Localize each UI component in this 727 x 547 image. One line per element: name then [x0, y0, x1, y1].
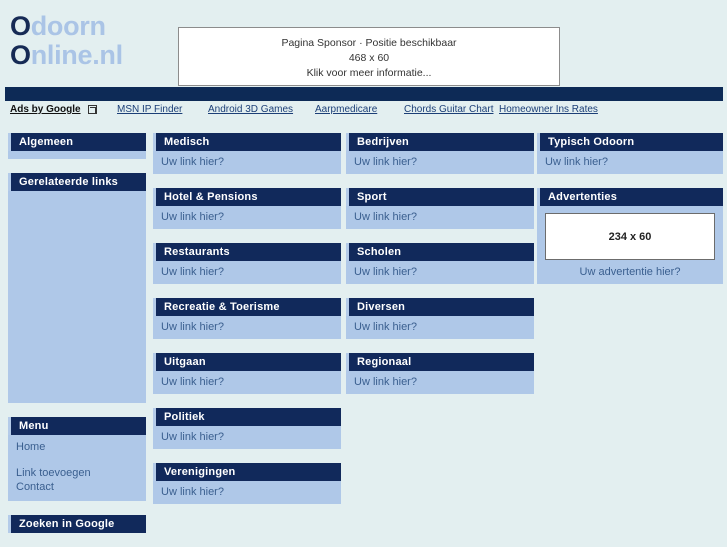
category-header-bedrijven: Bedrijven [346, 133, 534, 151]
logo-capital-o-2: O [10, 40, 31, 70]
advertenties-block: Advertenties 234 x 60 Uw advertentie hie… [537, 188, 723, 284]
advertisement-placeholder[interactable]: 234 x 60 [545, 213, 715, 260]
category-body-bedrijven: Uw link hier? [346, 151, 534, 174]
advertenties-body: 234 x 60 Uw advertentie hier? [537, 206, 723, 284]
add-link-prompt[interactable]: Uw link hier? [161, 485, 333, 499]
category-body-sport: Uw link hier? [346, 206, 534, 229]
category-header-verenigingen: Verenigingen [153, 463, 341, 481]
sidebar-body-algemeen [8, 151, 146, 159]
add-link-prompt[interactable]: Uw link hier? [161, 430, 333, 444]
sponsor-line-1: Pagina Sponsor · Positie beschikbaar [281, 37, 457, 49]
ad-link-3[interactable]: Chords Guitar Chart [404, 104, 493, 115]
category-body-medisch: Uw link hier? [153, 151, 341, 174]
category-body-diversen: Uw link hier? [346, 316, 534, 339]
sidebar-header-gerelateerde-links: Gerelateerde links [8, 173, 146, 191]
sidebar-block-menu: Menu Home Link toevoegen Contact [8, 417, 146, 501]
category-header-scholen: Scholen [346, 243, 534, 261]
add-link-prompt[interactable]: Uw link hier? [545, 155, 715, 169]
menu-item-home[interactable]: Home [16, 440, 138, 454]
add-link-prompt[interactable]: Uw link hier? [161, 265, 333, 279]
category-header-typisch-odoorn: Typisch Odoorn [537, 133, 723, 151]
add-link-prompt[interactable]: Uw link hier? [161, 320, 333, 334]
add-link-prompt[interactable]: Uw link hier? [354, 320, 526, 334]
external-link-icon [88, 105, 97, 114]
category-block-uitgaan: Uitgaan Uw link hier? [153, 353, 341, 394]
add-link-prompt[interactable]: Uw link hier? [354, 375, 526, 389]
category-block-verenigingen: Verenigingen Uw link hier? [153, 463, 341, 504]
logo-text-2: nline.nl [30, 40, 123, 70]
ad-link-4[interactable]: Homeowner Ins Rates [499, 104, 598, 115]
add-link-prompt[interactable]: Uw link hier? [161, 155, 333, 169]
category-header-sport: Sport [346, 188, 534, 206]
add-link-prompt[interactable]: Uw link hier? [354, 265, 526, 279]
logo-text-1: doorn [30, 11, 106, 41]
add-link-prompt[interactable]: Uw link hier? [354, 210, 526, 224]
logo-line-2: Online.nl [10, 41, 123, 70]
category-header-medisch: Medisch [153, 133, 341, 151]
category-header-diversen: Diversen [346, 298, 534, 316]
add-link-prompt[interactable]: Uw link hier? [161, 210, 333, 224]
category-body-hotel-pensions: Uw link hier? [153, 206, 341, 229]
navy-divider-bar [5, 87, 723, 101]
logo-line-1: Odoorn [10, 12, 123, 41]
ad-link-0[interactable]: MSN IP Finder [117, 104, 182, 115]
category-block-politiek: Politiek Uw link hier? [153, 408, 341, 449]
sidebar-block-zoeken-in-google: Zoeken in Google [8, 515, 146, 533]
sponsor-line-2: 468 x 60 [348, 52, 390, 64]
category-column-1: Medisch Uw link hier? Hotel & Pensions U… [153, 133, 341, 518]
sidebar-body-menu: Home Link toevoegen Contact [8, 435, 146, 501]
site-logo[interactable]: Odoorn Online.nl [10, 12, 123, 70]
sponsor-line-3: Klik voor meer informatie... [306, 67, 432, 79]
category-header-hotel-pensions: Hotel & Pensions [153, 188, 341, 206]
category-header-uitgaan: Uitgaan [153, 353, 341, 371]
category-block-recreatie-toerisme: Recreatie & Toerisme Uw link hier? [153, 298, 341, 339]
sidebar-block-gerelateerde-links: Gerelateerde links [8, 173, 146, 403]
advertenties-header: Advertenties [537, 188, 723, 206]
category-header-restaurants: Restaurants [153, 243, 341, 261]
category-body-typisch-odoorn: Uw link hier? [537, 151, 723, 174]
sidebar-header-algemeen: Algemeen [8, 133, 146, 151]
category-block-diversen: Diversen Uw link hier? [346, 298, 534, 339]
ads-by-google-row: Ads by Google MSN IP Finder Android 3D G… [0, 104, 727, 122]
category-column-2: Bedrijven Uw link hier? Sport Uw link hi… [346, 133, 534, 408]
ad-link-1[interactable]: Android 3D Games [208, 104, 293, 115]
category-body-regionaal: Uw link hier? [346, 371, 534, 394]
add-link-prompt[interactable]: Uw link hier? [354, 155, 526, 169]
menu-item-link-toevoegen[interactable]: Link toevoegen [16, 466, 138, 480]
logo-capital-o-1: O [10, 11, 31, 41]
category-body-scholen: Uw link hier? [346, 261, 534, 284]
sponsor-banner[interactable]: Pagina Sponsor · Positie beschikbaar 468… [178, 27, 560, 86]
category-body-politiek: Uw link hier? [153, 426, 341, 449]
category-block-bedrijven: Bedrijven Uw link hier? [346, 133, 534, 174]
sidebar-block-algemeen: Algemeen [8, 133, 146, 159]
category-header-regionaal: Regionaal [346, 353, 534, 371]
category-body-uitgaan: Uw link hier? [153, 371, 341, 394]
advertenties-caption[interactable]: Uw advertentie hier? [545, 260, 715, 279]
category-body-restaurants: Uw link hier? [153, 261, 341, 284]
category-block-regionaal: Regionaal Uw link hier? [346, 353, 534, 394]
category-header-recreatie-toerisme: Recreatie & Toerisme [153, 298, 341, 316]
sidebar-header-menu: Menu [8, 417, 146, 435]
sidebar-body-gerelateerde-links [8, 191, 146, 403]
category-block-typisch-odoorn: Typisch Odoorn Uw link hier? [537, 133, 723, 174]
category-body-verenigingen: Uw link hier? [153, 481, 341, 504]
category-block-sport: Sport Uw link hier? [346, 188, 534, 229]
category-block-medisch: Medisch Uw link hier? [153, 133, 341, 174]
add-link-prompt[interactable]: Uw link hier? [161, 375, 333, 389]
sidebar-header-zoeken-in-google: Zoeken in Google [8, 515, 146, 533]
category-column-3: Typisch Odoorn Uw link hier? Advertentie… [537, 133, 723, 298]
category-block-restaurants: Restaurants Uw link hier? [153, 243, 341, 284]
page-header: Odoorn Online.nl Pagina Sponsor · Positi… [0, 0, 727, 86]
category-block-hotel-pensions: Hotel & Pensions Uw link hier? [153, 188, 341, 229]
ads-by-google-label[interactable]: Ads by Google [10, 104, 81, 115]
category-body-recreatie-toerisme: Uw link hier? [153, 316, 341, 339]
left-sidebar: Algemeen Gerelateerde links Menu Home Li… [8, 133, 146, 547]
menu-spacer [16, 454, 138, 466]
ad-link-2[interactable]: Aarpmedicare [315, 104, 377, 115]
category-header-politiek: Politiek [153, 408, 341, 426]
category-block-scholen: Scholen Uw link hier? [346, 243, 534, 284]
menu-item-contact[interactable]: Contact [16, 480, 138, 494]
